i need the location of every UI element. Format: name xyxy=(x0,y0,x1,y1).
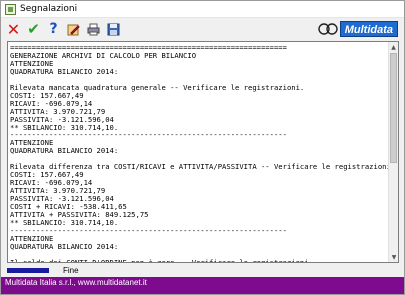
progress-row: Fine xyxy=(7,265,79,275)
vertical-scrollbar[interactable]: ▲ ▼ xyxy=(388,42,398,262)
footer-bar: Multidata Italia s.r.l., www.multidatane… xyxy=(1,277,404,294)
close-icon[interactable]: ✕ xyxy=(6,21,21,37)
report-line: QUADRATURA BILANCIO 2014: xyxy=(10,241,119,251)
footer-text: Multidata Italia s.r.l., www.multidatane… xyxy=(5,278,147,287)
brand-logo: Multidata xyxy=(318,19,398,38)
brand-name: Multidata xyxy=(339,20,398,37)
report-line: GENERAZIONE ARCHIVI DI CALCOLO PER BILAN… xyxy=(10,50,197,60)
check-icon[interactable]: ✔ xyxy=(26,21,41,37)
report-line: ----------------------------------------… xyxy=(10,225,287,235)
report-text[interactable]: ========================================… xyxy=(8,42,388,262)
scroll-up-icon[interactable]: ▲ xyxy=(389,42,398,52)
report-line: QUADRATURA BILANCIO 2014: xyxy=(10,66,119,76)
report-panel: ========================================… xyxy=(7,41,399,263)
scroll-down-icon[interactable]: ▼ xyxy=(389,252,398,262)
progress-label: Fine xyxy=(63,265,79,275)
progress-bar xyxy=(7,267,49,273)
edit-icon[interactable] xyxy=(66,22,81,37)
save-icon[interactable] xyxy=(106,22,121,37)
window-title: Segnalazioni xyxy=(20,4,78,14)
app-icon xyxy=(5,3,16,15)
segnalazioni-window: Segnalazioni ✕ ✔ ? Multidata ===========… xyxy=(0,0,405,295)
help-icon[interactable]: ? xyxy=(46,21,61,37)
report-line: QUADRATURA BILANCIO 2014: xyxy=(10,146,119,156)
scroll-thumb[interactable] xyxy=(390,53,397,163)
print-icon[interactable] xyxy=(86,22,101,37)
report-line: Il saldo dei CONTI D'ORDINE non è zero -… xyxy=(10,258,388,262)
brand-circles-icon xyxy=(318,22,338,35)
report-line: ----------------------------------------… xyxy=(10,130,287,140)
progress-fill xyxy=(7,267,49,273)
title-bar: Segnalazioni xyxy=(1,1,404,18)
